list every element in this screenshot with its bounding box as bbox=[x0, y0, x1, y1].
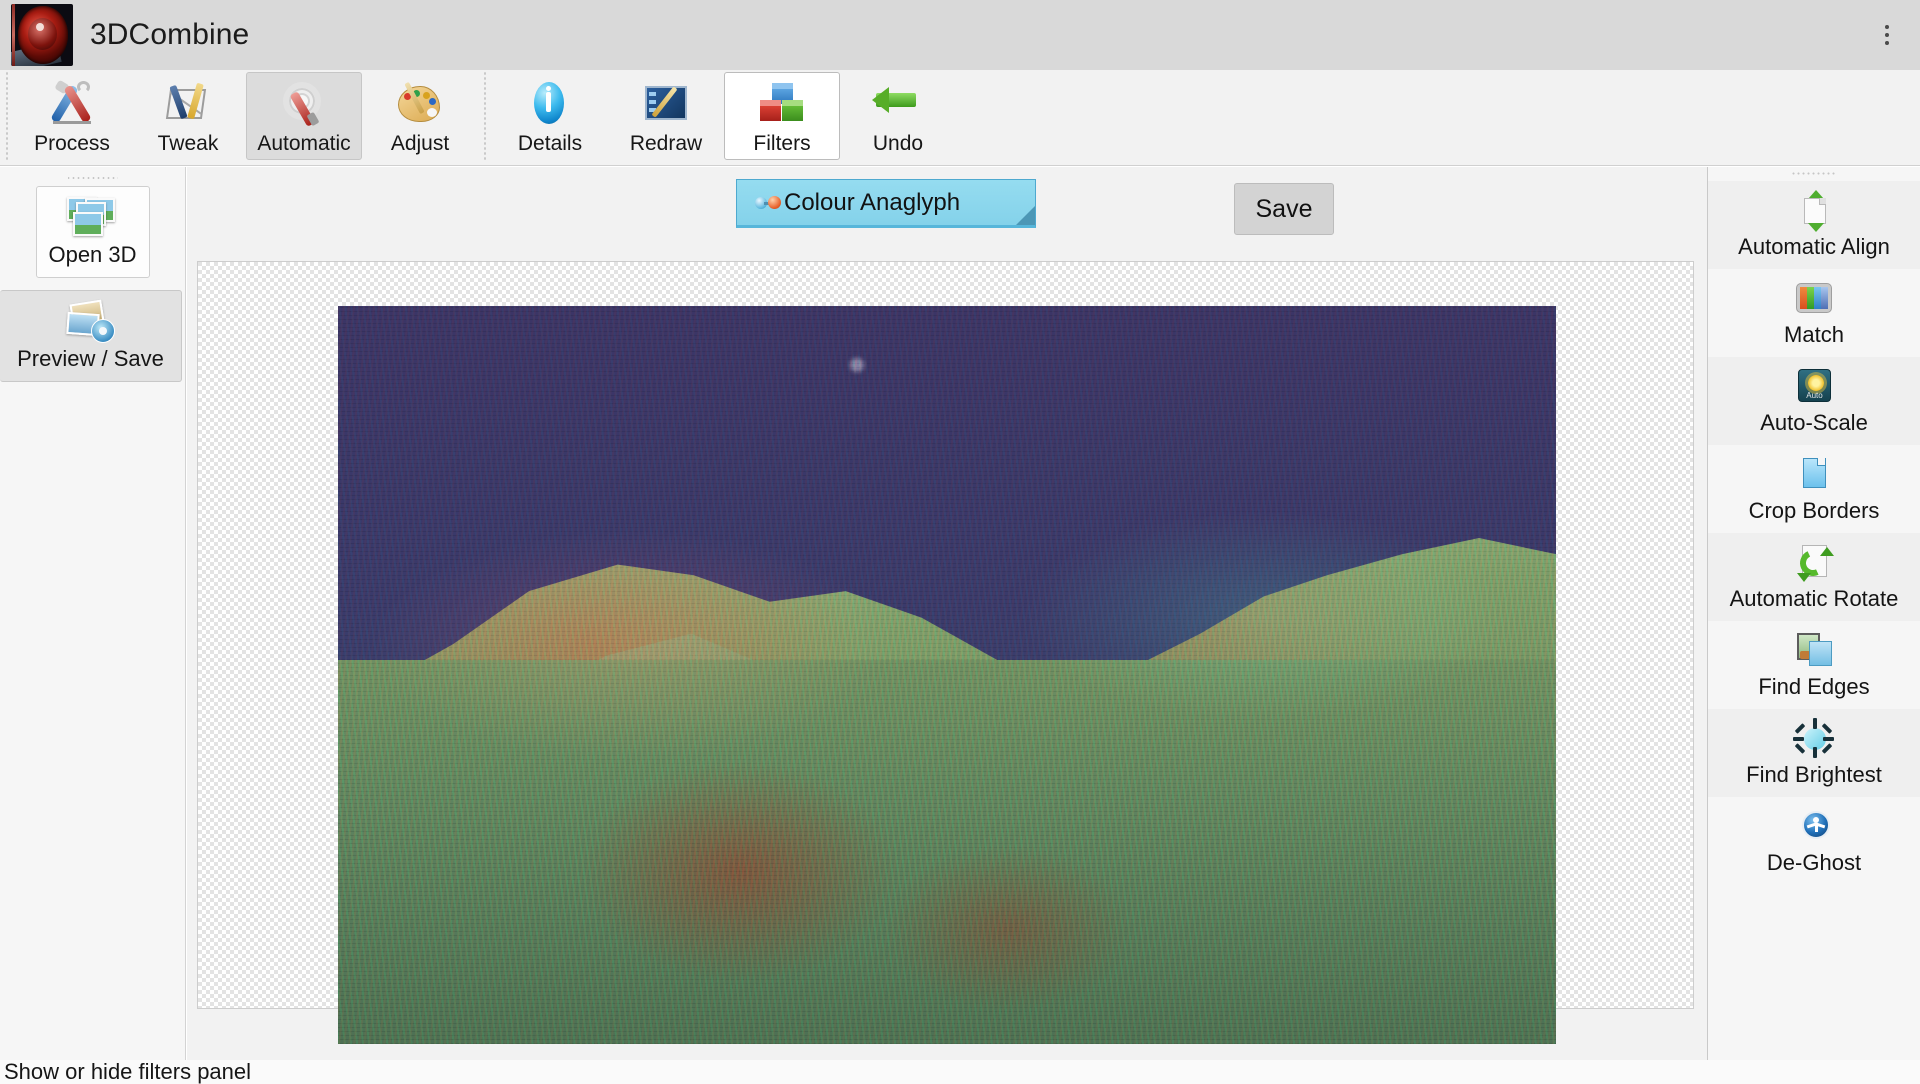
main-content-area: Colour Anaglyph Save bbox=[187, 167, 1707, 1060]
anaglyph-image bbox=[338, 306, 1556, 1044]
tool-label-auto-scale: Auto-Scale bbox=[1760, 410, 1868, 435]
left-sidebar: Open 3D Preview / Save bbox=[0, 167, 186, 1060]
align-document-arrows-icon bbox=[1792, 190, 1836, 232]
tool-label-crop-borders: Crop Borders bbox=[1748, 498, 1880, 523]
rotate-arrows-icon bbox=[1792, 542, 1836, 584]
tool-find-brightest[interactable]: Find Brightest bbox=[1708, 709, 1920, 797]
output-mode-value: Colour Anaglyph bbox=[784, 188, 961, 216]
tool-automatic-rotate[interactable]: Automatic Rotate bbox=[1708, 533, 1920, 621]
toolbar-drag-grip[interactable] bbox=[0, 72, 14, 160]
toolbar-label-details: Details bbox=[517, 132, 583, 155]
undo-arrow-icon bbox=[872, 81, 924, 127]
anaglyph-glasses-icon bbox=[755, 195, 781, 210]
sidebar-button-preview-save[interactable]: Preview / Save bbox=[0, 290, 182, 382]
toolbar-button-automatic[interactable]: Automatic bbox=[246, 72, 362, 160]
toolbar-label-process: Process bbox=[34, 132, 110, 155]
screwdriver-wrench-icon bbox=[46, 79, 98, 127]
left-sidebar-grip[interactable] bbox=[67, 170, 118, 184]
toolbar-button-tweak[interactable]: Tweak bbox=[130, 72, 246, 160]
tool-crop-borders[interactable]: Crop Borders bbox=[1708, 445, 1920, 533]
title-bar: 3DCombine bbox=[0, 0, 1920, 70]
tool-label-find-edges: Find Edges bbox=[1758, 674, 1870, 699]
output-mode-row: Colour Anaglyph Save bbox=[187, 179, 1707, 241]
sidebar-label-open-3d: Open 3D bbox=[48, 241, 137, 267]
toolbar-label-tweak: Tweak bbox=[157, 132, 219, 155]
toolbar-drag-grip-2[interactable] bbox=[478, 72, 492, 160]
kebab-menu-icon[interactable] bbox=[1870, 18, 1904, 52]
tool-label-find-brightest: Find Brightest bbox=[1746, 762, 1882, 787]
photos-disc-icon bbox=[65, 299, 117, 343]
status-bar-text: Show or hide filters panel bbox=[4, 1059, 252, 1084]
sidebar-button-open-3d[interactable]: Open 3D bbox=[35, 186, 150, 278]
app-title: 3DCombine bbox=[90, 18, 250, 51]
gear-screwdriver-icon bbox=[278, 81, 330, 127]
right-panel-grip[interactable] bbox=[1791, 171, 1837, 181]
app-logo-camera-lens-icon bbox=[11, 4, 73, 66]
screen-pencil-icon bbox=[640, 81, 692, 127]
tool-de-ghost[interactable]: De-Ghost bbox=[1708, 797, 1920, 885]
tool-automatic-align[interactable]: Automatic Align bbox=[1708, 181, 1920, 269]
resize-corner-icon[interactable] bbox=[1016, 206, 1035, 225]
toolbar-button-filters[interactable]: Filters bbox=[724, 72, 840, 160]
two-photos-edges-icon bbox=[1792, 630, 1836, 672]
right-tools-panel: Automatic Align Match Auto Auto-Scale Cr… bbox=[1707, 167, 1920, 1060]
anaglyph-preview-canvas[interactable] bbox=[197, 261, 1694, 1044]
tool-label-de-ghost: De-Ghost bbox=[1766, 850, 1862, 875]
tool-label-automatic-align: Automatic Align bbox=[1738, 234, 1890, 259]
output-mode-select[interactable]: Colour Anaglyph bbox=[736, 179, 1036, 228]
auto-sun-icon: Auto bbox=[1792, 366, 1836, 408]
color-bars-screen-icon bbox=[1792, 278, 1836, 320]
toolbar-group-view: Details Redraw Filters Undo bbox=[478, 70, 956, 160]
toolbar-label-undo: Undo bbox=[872, 132, 924, 155]
crop-page-icon bbox=[1792, 454, 1836, 496]
sun-brightness-icon bbox=[1792, 718, 1836, 760]
tool-find-edges[interactable]: Find Edges bbox=[1708, 621, 1920, 709]
toolbar-label-redraw: Redraw bbox=[629, 132, 703, 155]
toolbar-button-undo[interactable]: Undo bbox=[840, 72, 956, 160]
paint-palette-icon bbox=[394, 81, 446, 127]
toolbar-button-adjust[interactable]: Adjust bbox=[362, 72, 478, 160]
toolbar-group-edit: Process Tweak Automatic Adjust bbox=[0, 70, 478, 160]
save-button[interactable]: Save bbox=[1234, 183, 1334, 235]
toolbar-label-adjust: Adjust bbox=[390, 132, 450, 155]
main-toolbar: Process Tweak Automatic Adjust Details R… bbox=[0, 70, 1920, 166]
toolbar-label-automatic: Automatic bbox=[257, 132, 351, 155]
ruler-pencil-icon bbox=[162, 81, 214, 127]
toolbar-button-process[interactable]: Process bbox=[14, 72, 130, 160]
tool-auto-scale[interactable]: Auto Auto-Scale bbox=[1708, 357, 1920, 445]
tool-label-match: Match bbox=[1784, 322, 1844, 347]
sidebar-label-preview-save: Preview / Save bbox=[17, 345, 164, 371]
color-cubes-icon bbox=[756, 81, 808, 127]
tool-label-automatic-rotate: Automatic Rotate bbox=[1729, 586, 1899, 611]
toolbar-label-filters: Filters bbox=[753, 132, 811, 155]
person-circle-icon bbox=[1792, 806, 1836, 848]
toolbar-button-redraw[interactable]: Redraw bbox=[608, 72, 724, 160]
tool-match[interactable]: Match bbox=[1708, 269, 1920, 357]
status-bar: Show or hide filters panel bbox=[0, 1060, 1920, 1084]
toolbar-button-details[interactable]: Details bbox=[492, 72, 608, 160]
info-icon bbox=[524, 81, 576, 127]
image-stack-icon bbox=[66, 196, 119, 239]
